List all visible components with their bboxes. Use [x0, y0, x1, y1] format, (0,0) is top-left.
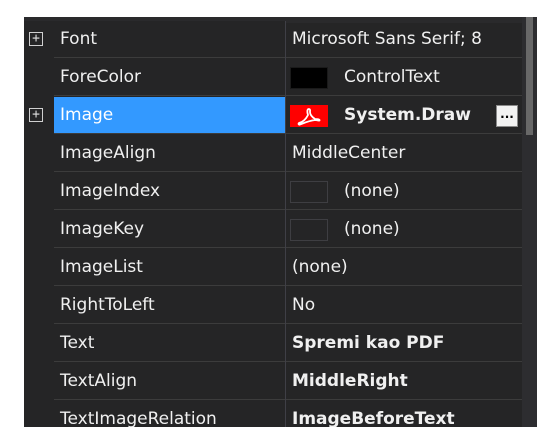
property-name[interactable]: RightToLeft	[54, 287, 285, 324]
row-gutter	[24, 249, 54, 287]
property-value-cell[interactable]: (none)	[286, 211, 522, 248]
color-swatch	[290, 67, 328, 89]
property-row-textalign[interactable]: TextAlign MiddleRight	[24, 363, 537, 401]
row-gutter	[24, 211, 54, 249]
property-name[interactable]: ImageList	[54, 249, 285, 286]
property-value: (none)	[344, 181, 400, 201]
property-row-imagealign[interactable]: ImageAlign MiddleCenter	[24, 135, 537, 173]
vertical-scrollbar[interactable]	[522, 17, 537, 427]
property-value: (none)	[344, 219, 400, 239]
row-gutter	[24, 173, 54, 211]
image-preview-swatch	[290, 219, 328, 241]
property-value[interactable]: Microsoft Sans Serif; 8	[286, 21, 522, 58]
property-row-text[interactable]: Text Spremi kao PDF	[24, 325, 537, 363]
property-value[interactable]: ImageBeforeText	[286, 401, 522, 427]
expand-plus-icon[interactable]: +	[29, 108, 43, 122]
row-gutter	[24, 59, 54, 97]
property-name[interactable]: Image	[54, 97, 285, 134]
property-row-font[interactable]: + Font Microsoft Sans Serif; 8	[24, 21, 537, 59]
row-gutter	[24, 401, 54, 427]
property-value[interactable]: MiddleRight	[286, 363, 522, 400]
row-gutter	[24, 325, 54, 363]
property-value-cell[interactable]: (none)	[286, 173, 522, 210]
property-row-imageindex[interactable]: ImageIndex (none)	[24, 173, 537, 211]
property-value-cell[interactable]: System.Draw ...	[286, 97, 522, 134]
property-row-imagekey[interactable]: ImageKey (none)	[24, 211, 537, 249]
property-value: System.Draw	[344, 105, 471, 125]
property-name[interactable]: ImageAlign	[54, 135, 285, 172]
row-gutter	[24, 363, 54, 401]
property-name[interactable]: TextAlign	[54, 363, 285, 400]
ellipsis-button[interactable]: ...	[496, 105, 518, 127]
property-value[interactable]: Spremi kao PDF	[286, 325, 522, 362]
expand-plus-icon[interactable]: +	[29, 32, 43, 46]
image-preview-swatch	[290, 181, 328, 203]
pdf-logo-glyph	[297, 108, 321, 126]
property-row-image[interactable]: + Image System.Draw ...	[24, 97, 537, 135]
property-row-textimagerelation[interactable]: TextImageRelation ImageBeforeText	[24, 401, 537, 427]
row-gutter	[24, 135, 54, 173]
property-value[interactable]: No	[286, 287, 522, 324]
property-value-cell[interactable]: ControlText	[286, 59, 522, 96]
property-name[interactable]: Text	[54, 325, 285, 362]
row-gutter	[24, 287, 54, 325]
property-value[interactable]: (none)	[286, 249, 522, 286]
property-name[interactable]: TextImageRelation	[54, 401, 285, 427]
row-gutter: +	[24, 97, 54, 135]
scrollbar-thumb[interactable]	[526, 17, 533, 135]
pdf-icon	[290, 105, 328, 127]
property-name[interactable]: ForeColor	[54, 59, 285, 96]
property-value[interactable]: MiddleCenter	[286, 135, 522, 172]
property-row-forecolor[interactable]: ForeColor ControlText	[24, 59, 537, 97]
row-gutter: +	[24, 21, 54, 59]
property-row-imagelist[interactable]: ImageList (none)	[24, 249, 537, 287]
property-grid: + Font Microsoft Sans Serif; 8 ForeColor…	[24, 17, 537, 427]
property-value: ControlText	[344, 67, 440, 87]
property-name[interactable]: ImageIndex	[54, 173, 285, 210]
property-name[interactable]: ImageKey	[54, 211, 285, 248]
property-row-righttoleft[interactable]: RightToLeft No	[24, 287, 537, 325]
property-name[interactable]: Font	[54, 21, 285, 58]
